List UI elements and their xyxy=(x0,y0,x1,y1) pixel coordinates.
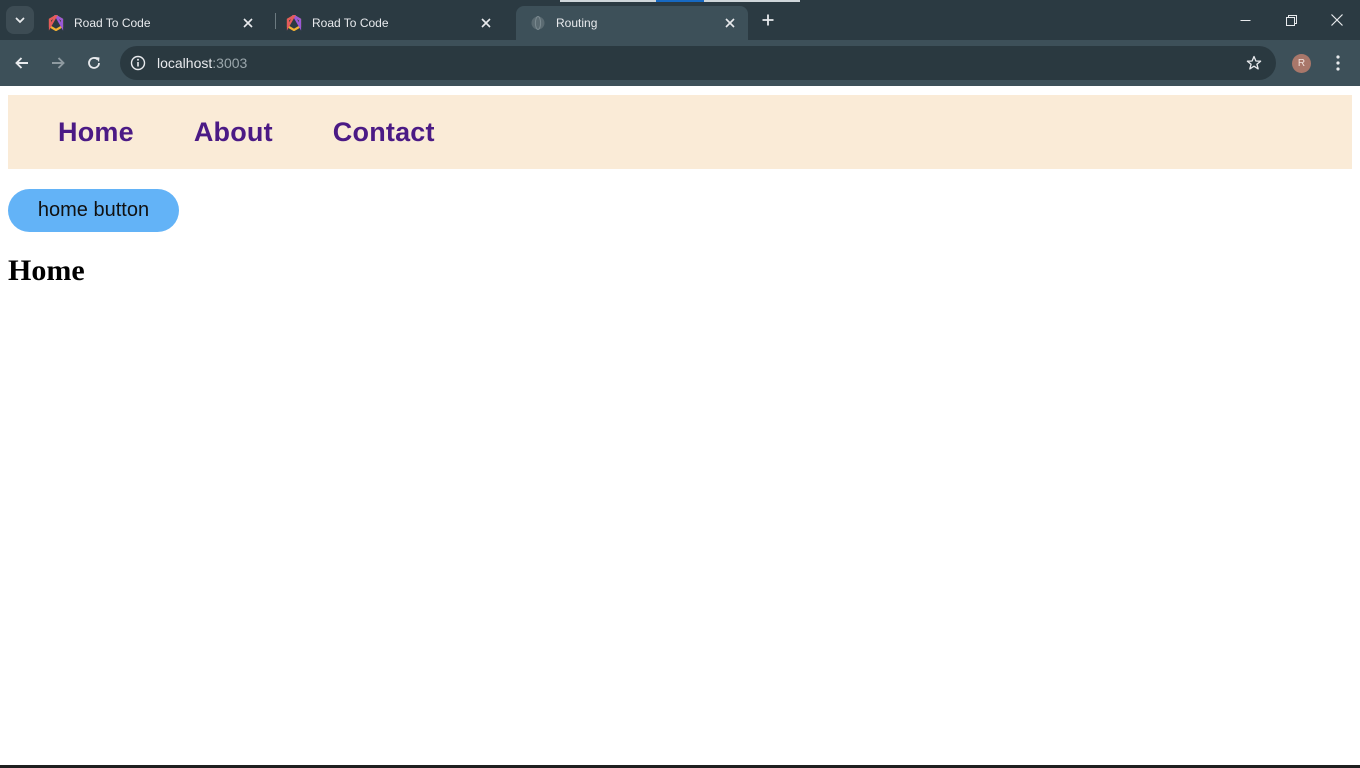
close-icon xyxy=(725,18,735,28)
window-top-strip xyxy=(704,0,800,2)
restore-icon xyxy=(1285,14,1297,26)
more-vertical-icon xyxy=(1336,55,1340,71)
forward-button[interactable] xyxy=(44,49,72,77)
profile-avatar[interactable]: R xyxy=(1292,54,1311,73)
tab-close-button[interactable] xyxy=(478,15,494,31)
close-icon xyxy=(243,18,253,28)
tab-title: Road To Code xyxy=(74,16,151,30)
reload-icon xyxy=(88,57,100,69)
browser-tab-road-to-code-2[interactable]: Road To Code xyxy=(272,6,504,40)
browser-tabstrip: Road To Code Road To Code Routing xyxy=(0,0,1360,40)
back-button[interactable] xyxy=(8,49,36,77)
page-viewport: Home About Contact home button Home xyxy=(0,87,1360,768)
browser-menu-button[interactable] xyxy=(1326,49,1350,77)
nav-link-about[interactable]: About xyxy=(194,117,273,148)
tab-search-button[interactable] xyxy=(6,6,34,34)
info-icon xyxy=(130,55,146,71)
browser-toolbar: localhost:3003 R xyxy=(0,40,1360,86)
tab-close-button[interactable] xyxy=(240,15,256,31)
new-tab-button[interactable] xyxy=(756,8,780,32)
arrow-left-icon xyxy=(15,57,28,69)
home-button[interactable]: home button xyxy=(8,189,179,232)
site-navbar: Home About Contact xyxy=(8,95,1352,169)
plus-icon xyxy=(762,14,774,26)
nav-link-home[interactable]: Home xyxy=(58,117,134,148)
browser-tab-routing[interactable]: Routing xyxy=(516,6,748,40)
close-icon xyxy=(481,18,491,28)
nav-link-contact[interactable]: Contact xyxy=(333,117,435,148)
minimize-icon xyxy=(1240,19,1250,21)
browser-tab-road-to-code-1[interactable]: Road To Code xyxy=(34,6,266,40)
site-info-button[interactable] xyxy=(128,53,148,73)
road-to-code-favicon-icon xyxy=(48,15,64,31)
address-host: localhost xyxy=(157,55,213,71)
minimize-button[interactable] xyxy=(1222,0,1268,40)
star-icon xyxy=(1246,55,1262,70)
close-window-button[interactable] xyxy=(1314,0,1360,40)
address-port: :3003 xyxy=(212,55,248,71)
window-top-strip xyxy=(560,0,656,2)
restore-button[interactable] xyxy=(1268,0,1314,40)
address-url[interactable]: localhost:3003 xyxy=(157,55,247,71)
tab-close-button[interactable] xyxy=(722,15,738,31)
reload-button[interactable] xyxy=(80,49,108,77)
address-bar[interactable]: localhost:3003 xyxy=(120,46,1276,80)
page-title: Home xyxy=(8,254,85,287)
road-to-code-favicon-icon xyxy=(286,15,302,31)
tab-title: Road To Code xyxy=(312,16,389,30)
window-top-strip-accent xyxy=(656,0,704,2)
arrow-right-icon xyxy=(52,57,65,69)
close-icon xyxy=(1331,14,1343,26)
bookmark-button[interactable] xyxy=(1244,53,1264,73)
chevron-down-icon xyxy=(15,17,25,24)
globe-favicon-icon xyxy=(531,16,545,30)
tab-title: Routing xyxy=(556,16,598,30)
